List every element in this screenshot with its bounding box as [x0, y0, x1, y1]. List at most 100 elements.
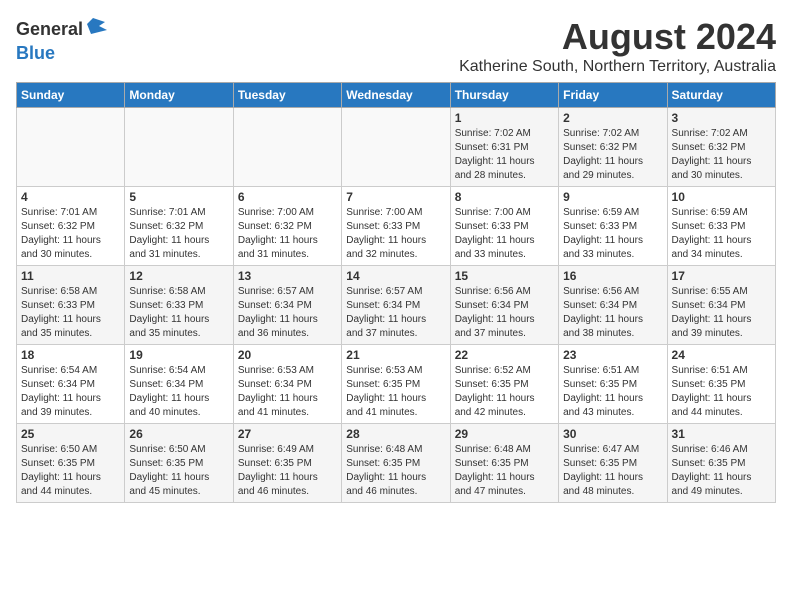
day-number: 6 — [238, 190, 337, 204]
calendar-cell: 13 Sunrise: 6:57 AMSunset: 6:34 PMDayligh… — [233, 266, 341, 345]
day-number: 18 — [21, 348, 120, 362]
day-number: 2 — [563, 111, 662, 125]
day-info: Sunrise: 7:01 AMSunset: 6:32 PMDaylight:… — [21, 206, 120, 262]
calendar-cell: 16Sunrise: 6:56 AMSunset: 6:34 PMDayligh… — [559, 266, 667, 345]
day-number: 16 — [563, 269, 662, 283]
day-number: 26 — [129, 427, 228, 441]
day-number: 23 — [563, 348, 662, 362]
day-number: 11 — [21, 269, 120, 283]
calendar-cell — [233, 108, 341, 187]
day-number: 1 — [455, 111, 554, 125]
calendar-cell: 15Sunrise: 6:56 AMSunset: 6:34 PMDayligh… — [450, 266, 558, 345]
day-number: 21 — [346, 348, 445, 362]
day-info: Sunrise: 6:55 AMSunset: 6:34 PMDaylight:… — [672, 285, 771, 341]
day-number: 15 — [455, 269, 554, 283]
calendar-cell: 18Sunrise: 6:54 AMSunset: 6:34 PMDayligh… — [17, 345, 125, 424]
calendar-cell: 21 Sunrise: 6:53 AMSunset: 6:35 PMDayligh… — [342, 345, 450, 424]
day-number: 27 — [238, 427, 337, 441]
calendar-cell: 6 Sunrise: 7:00 AMSunset: 6:32 PMDaylight… — [233, 187, 341, 266]
main-title: August 2024 — [459, 16, 776, 58]
calendar-table: SundayMondayTuesdayWednesdayThursdayFrid… — [16, 82, 776, 503]
day-info: Sunrise: 7:02 AMSunset: 6:32 PMDaylight:… — [672, 127, 771, 183]
day-number: 7 — [346, 190, 445, 204]
logo-blue-text: Blue — [16, 43, 55, 63]
day-info: Sunrise: 6:59 AMSunset: 6:33 PMDaylight:… — [672, 206, 771, 262]
day-number: 24 — [672, 348, 771, 362]
calendar-cell: 5 Sunrise: 7:01 AMSunset: 6:32 PMDaylight… — [125, 187, 233, 266]
calendar-cell: 29 Sunrise: 6:48 AMSunset: 6:35 PMDayligh… — [450, 424, 558, 503]
calendar-cell: 7 Sunrise: 7:00 AMSunset: 6:33 PMDaylight… — [342, 187, 450, 266]
calendar-cell: 8 Sunrise: 7:00 AMSunset: 6:33 PMDaylight… — [450, 187, 558, 266]
calendar-week-row: 11 Sunrise: 6:58 AMSunset: 6:33 PMDayligh… — [17, 266, 776, 345]
calendar-week-row: 1 Sunrise: 7:02 AMSunset: 6:31 PMDaylight… — [17, 108, 776, 187]
calendar-cell: 9Sunrise: 6:59 AMSunset: 6:33 PMDaylight… — [559, 187, 667, 266]
calendar-cell: 17 Sunrise: 6:55 AMSunset: 6:34 PMDayligh… — [667, 266, 775, 345]
calendar-cell: 31Sunrise: 6:46 AMSunset: 6:35 PMDayligh… — [667, 424, 775, 503]
calendar-cell: 27 Sunrise: 6:49 AMSunset: 6:35 PMDayligh… — [233, 424, 341, 503]
day-number: 31 — [672, 427, 771, 441]
calendar-cell: 26Sunrise: 6:50 AMSunset: 6:35 PMDayligh… — [125, 424, 233, 503]
logo-general-text: General — [16, 19, 83, 40]
day-info: Sunrise: 6:49 AMSunset: 6:35 PMDaylight:… — [238, 443, 337, 499]
day-info: Sunrise: 6:50 AMSunset: 6:35 PMDaylight:… — [21, 443, 120, 499]
day-number: 10 — [672, 190, 771, 204]
day-info: Sunrise: 7:00 AMSunset: 6:33 PMDaylight:… — [455, 206, 554, 262]
day-number: 28 — [346, 427, 445, 441]
calendar-cell: 24 Sunrise: 6:51 AMSunset: 6:35 PMDayligh… — [667, 345, 775, 424]
logo: General Blue — [16, 16, 107, 64]
calendar-cell — [342, 108, 450, 187]
day-number: 3 — [672, 111, 771, 125]
calendar-week-row: 25 Sunrise: 6:50 AMSunset: 6:35 PMDayligh… — [17, 424, 776, 503]
day-info: Sunrise: 6:53 AMSunset: 6:34 PMDaylight:… — [238, 364, 337, 420]
calendar-cell — [125, 108, 233, 187]
day-info: Sunrise: 6:58 AMSunset: 6:33 PMDaylight:… — [129, 285, 228, 341]
calendar-week-row: 18 Sunrise: 6:54 AMSunset: 6:34 PMDayligh… — [17, 345, 776, 424]
day-info: Sunrise: 6:48 AMSunset: 6:35 PMDaylight:… — [455, 443, 554, 499]
day-info: Sunrise: 6:57 AMSunset: 6:34 PMDaylight:… — [238, 285, 337, 341]
calendar-cell: 28Sunrise: 6:48 AMSunset: 6:35 PMDayligh… — [342, 424, 450, 503]
day-number: 5 — [129, 190, 228, 204]
day-info: Sunrise: 6:47 AMSunset: 6:35 PMDaylight:… — [563, 443, 662, 499]
calendar-header-row: SundayMondayTuesdayWednesdayThursdayFrid… — [17, 83, 776, 108]
day-number: 8 — [455, 190, 554, 204]
day-info: Sunrise: 7:01 AMSunset: 6:32 PMDaylight:… — [129, 206, 228, 262]
day-number: 9 — [563, 190, 662, 204]
calendar-cell — [17, 108, 125, 187]
day-info: Sunrise: 6:57 AMSunset: 6:34 PMDaylight:… — [346, 285, 445, 341]
calendar-cell: 1 Sunrise: 7:02 AMSunset: 6:31 PMDaylight… — [450, 108, 558, 187]
sub-title: Katherine South, Northern Territory, Aus… — [459, 58, 776, 76]
day-number: 12 — [129, 269, 228, 283]
calendar-cell: 30Sunrise: 6:47 AMSunset: 6:35 PMDayligh… — [559, 424, 667, 503]
day-info: Sunrise: 7:02 AMSunset: 6:32 PMDaylight:… — [563, 127, 662, 183]
calendar-header-monday: Monday — [125, 83, 233, 108]
day-number: 13 — [238, 269, 337, 283]
calendar-header-tuesday: Tuesday — [233, 83, 341, 108]
calendar-cell: 3 Sunrise: 7:02 AMSunset: 6:32 PMDaylight… — [667, 108, 775, 187]
calendar-cell: 14Sunrise: 6:57 AMSunset: 6:34 PMDayligh… — [342, 266, 450, 345]
day-info: Sunrise: 6:51 AMSunset: 6:35 PMDaylight:… — [672, 364, 771, 420]
day-info: Sunrise: 6:52 AMSunset: 6:35 PMDaylight:… — [455, 364, 554, 420]
day-info: Sunrise: 6:54 AMSunset: 6:34 PMDaylight:… — [129, 364, 228, 420]
day-number: 29 — [455, 427, 554, 441]
calendar-header-saturday: Saturday — [667, 83, 775, 108]
calendar-header-sunday: Sunday — [17, 83, 125, 108]
day-number: 17 — [672, 269, 771, 283]
logo-bird-icon — [85, 16, 107, 43]
day-info: Sunrise: 7:00 AMSunset: 6:32 PMDaylight:… — [238, 206, 337, 262]
calendar-cell: 12 Sunrise: 6:58 AMSunset: 6:33 PMDayligh… — [125, 266, 233, 345]
calendar-cell: 19Sunrise: 6:54 AMSunset: 6:34 PMDayligh… — [125, 345, 233, 424]
day-info: Sunrise: 6:51 AMSunset: 6:35 PMDaylight:… — [563, 364, 662, 420]
day-info: Sunrise: 7:02 AMSunset: 6:31 PMDaylight:… — [455, 127, 554, 183]
calendar-cell: 11Sunrise: 6:58 AMSunset: 6:33 PMDayligh… — [17, 266, 125, 345]
day-info: Sunrise: 7:00 AMSunset: 6:33 PMDaylight:… — [346, 206, 445, 262]
day-number: 25 — [21, 427, 120, 441]
calendar-week-row: 4Sunrise: 7:01 AMSunset: 6:32 PMDaylight… — [17, 187, 776, 266]
calendar-header-friday: Friday — [559, 83, 667, 108]
calendar-cell: 22 Sunrise: 6:52 AMSunset: 6:35 PMDayligh… — [450, 345, 558, 424]
calendar-header-wednesday: Wednesday — [342, 83, 450, 108]
day-number: 22 — [455, 348, 554, 362]
day-info: Sunrise: 6:53 AMSunset: 6:35 PMDaylight:… — [346, 364, 445, 420]
calendar-cell: 25 Sunrise: 6:50 AMSunset: 6:35 PMDayligh… — [17, 424, 125, 503]
title-block: August 2024 Katherine South, Northern Te… — [459, 16, 776, 76]
calendar-cell: 23 Sunrise: 6:51 AMSunset: 6:35 PMDayligh… — [559, 345, 667, 424]
